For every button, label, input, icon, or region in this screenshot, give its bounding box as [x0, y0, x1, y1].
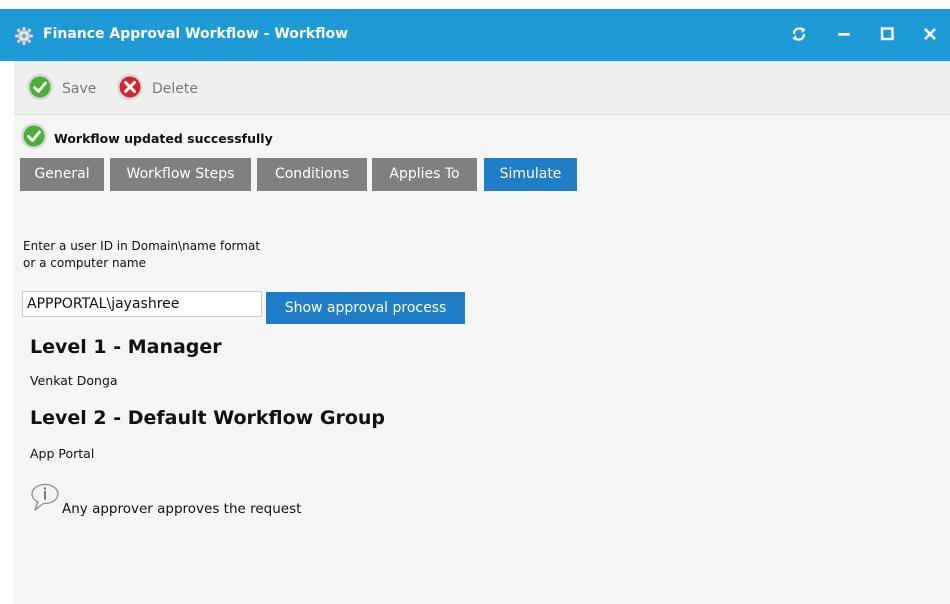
level-1-approver: Venkat Donga: [30, 373, 118, 388]
status-message: Workflow updated successfully: [20, 122, 273, 154]
save-button[interactable]: Save: [26, 73, 97, 105]
save-label: Save: [62, 81, 97, 97]
user-id-input[interactable]: [22, 291, 262, 317]
delete-circle-icon: [116, 73, 144, 105]
tab-general[interactable]: General: [20, 158, 104, 191]
success-check-icon: [20, 122, 48, 154]
window-left-border: [0, 61, 14, 604]
window-title: Finance Approval Workflow - Workflow: [43, 26, 349, 42]
approval-note: Any approver approves the request: [30, 483, 301, 517]
check-circle-icon: [26, 73, 54, 105]
level-1-title: Level 1 - Manager: [30, 336, 222, 358]
delete-label: Delete: [152, 81, 198, 97]
note-text: Any approver approves the request: [62, 501, 302, 517]
gear-icon: [14, 26, 34, 46]
workflow-window: Finance Approval Workflow - Workflow Sav…: [0, 9, 950, 604]
user-id-prompt: Enter a user ID in Domain\name format or…: [23, 238, 260, 272]
close-icon[interactable]: [919, 23, 941, 45]
level-2-approver: App Portal: [30, 446, 95, 461]
tab-simulate[interactable]: Simulate: [484, 158, 577, 191]
tab-workflow-steps[interactable]: Workflow Steps: [110, 158, 251, 191]
info-speech-icon: [30, 483, 62, 517]
minimize-icon[interactable]: [833, 23, 855, 45]
prompt-line-2: or a computer name: [23, 256, 146, 270]
tab-applies-to[interactable]: Applies To: [372, 158, 477, 191]
refresh-icon[interactable]: [788, 23, 810, 45]
desktop-background: [0, 0, 950, 9]
tab-conditions[interactable]: Conditions: [257, 158, 367, 191]
show-approval-process-button[interactable]: Show approval process: [266, 292, 465, 324]
maximize-icon[interactable]: [876, 23, 898, 45]
title-bar: Finance Approval Workflow - Workflow: [0, 9, 950, 61]
simulate-panel: Enter a user ID in Domain\name format or…: [14, 191, 950, 604]
toolbar: Save Delete: [14, 61, 950, 115]
delete-button[interactable]: Delete: [116, 73, 198, 105]
prompt-line-1: Enter a user ID in Domain\name format: [23, 239, 261, 253]
status-text: Workflow updated successfully: [54, 130, 273, 146]
level-2-title: Level 2 - Default Workflow Group: [30, 407, 385, 429]
